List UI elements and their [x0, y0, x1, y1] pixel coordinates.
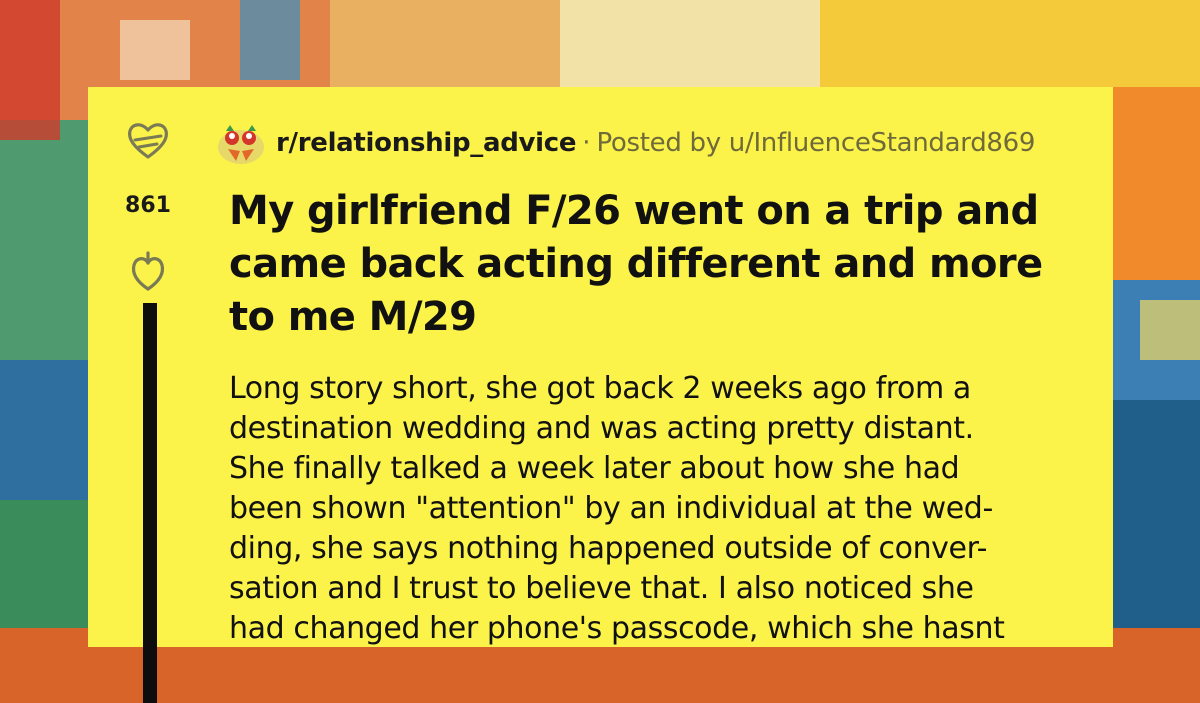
body-line: ding, she says nothing happened outside …	[229, 531, 988, 566]
rooster-subreddit-icon	[216, 121, 266, 165]
meta-separator: ·	[582, 128, 591, 158]
body-line: Long story short, she got back 2 weeks a…	[229, 371, 971, 406]
thread-line	[143, 303, 157, 703]
subreddit-name[interactable]: r/relationship_advice	[276, 128, 577, 158]
body-line: had changed her phone's passcode, which …	[229, 611, 1005, 646]
body-line: destination wedding and was acting prett…	[229, 411, 974, 446]
posted-by[interactable]: Posted by u/InfluenceStandard869	[596, 128, 1035, 158]
body-line: sation and I trust to believe that. I al…	[229, 571, 974, 606]
post-card: 861 r/relationship_advice · Posted by u/…	[88, 87, 1113, 703]
post-title[interactable]: My girlfriend F/26 went on a trip and ca…	[229, 185, 1089, 344]
heart-upvote-icon[interactable]	[124, 117, 172, 165]
vote-score: 861	[125, 193, 171, 218]
body-line: She finally talked a week later about ho…	[229, 451, 960, 486]
heart-downvote-icon[interactable]	[124, 247, 172, 295]
vote-column: 861	[88, 87, 208, 703]
post-meta: r/relationship_advice · Posted by u/Infl…	[216, 121, 1035, 165]
post-body: Long story short, she got back 2 weeks a…	[229, 369, 1109, 649]
body-line: been shown "attention" by an individual …	[229, 491, 993, 526]
